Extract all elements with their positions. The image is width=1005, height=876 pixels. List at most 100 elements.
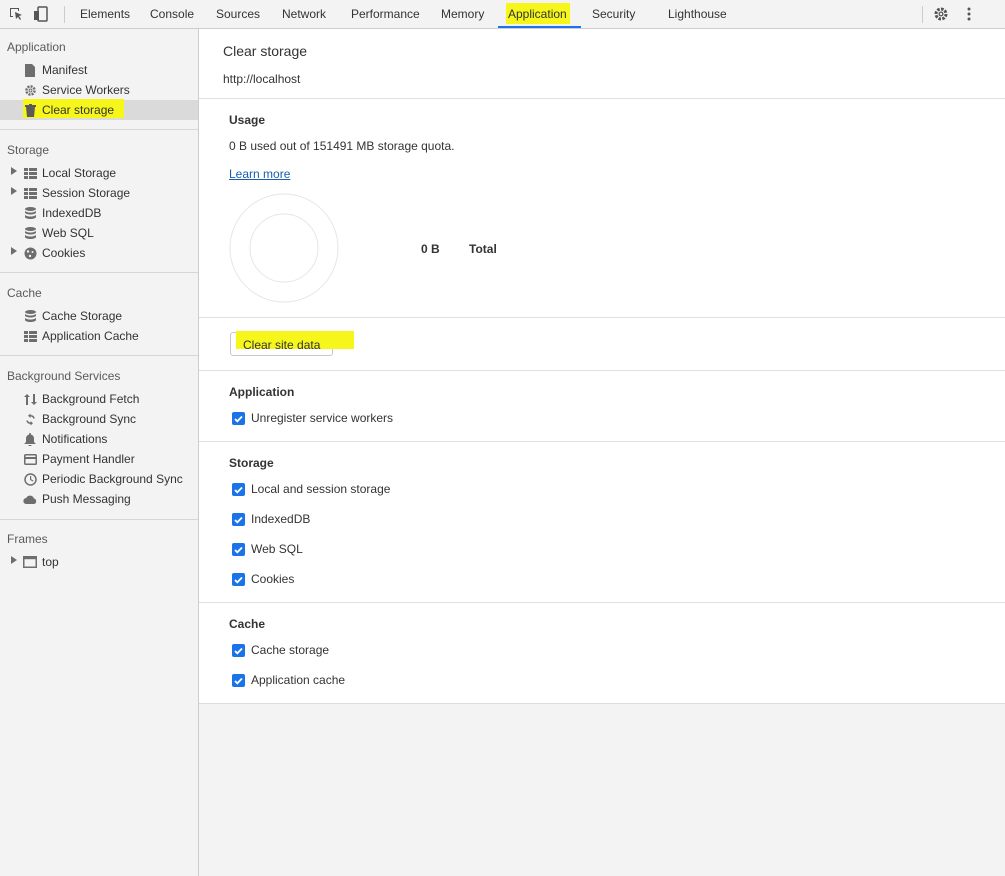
- total-usage-value: 0 B: [421, 242, 440, 256]
- checkbox-label: Web SQL: [251, 542, 303, 556]
- sidebar-section-background-services: Background Services: [7, 369, 121, 383]
- checkbox-label: IndexedDB: [251, 512, 311, 526]
- sidebar-item-indexeddb[interactable]: IndexedDB: [0, 203, 198, 223]
- usage-heading: Usage: [229, 113, 266, 127]
- sidebar-divider: [0, 355, 198, 356]
- trash-icon: [23, 103, 37, 117]
- grid-icon: [23, 166, 37, 180]
- sidebar-item-frame-top[interactable]: top: [0, 552, 198, 572]
- checkbox-label: Application cache: [251, 673, 346, 687]
- sidebar-item-label: Background Fetch: [42, 392, 140, 406]
- sidebar-item-push-messaging[interactable]: Push Messaging: [0, 489, 198, 509]
- sidebar-item-cookies[interactable]: Cookies: [0, 243, 198, 263]
- tab-lighthouse[interactable]: Lighthouse: [668, 0, 727, 28]
- sidebar-section-storage: Storage: [7, 143, 50, 157]
- checkbox-checked-icon[interactable]: [232, 644, 245, 657]
- sidebar-item-label: Periodic Background Sync: [42, 472, 183, 486]
- checkbox-label: Cookies: [251, 572, 295, 586]
- section-divider: [199, 98, 1005, 99]
- toolbar-separator: [922, 6, 923, 23]
- sidebar-item-label: Push Messaging: [42, 492, 131, 506]
- devtools-toolbar: Elements Console Sources Network Perform…: [0, 0, 1005, 29]
- sidebar-item-background-sync[interactable]: Background Sync: [0, 409, 198, 429]
- sidebar-item-label: Application Cache: [42, 329, 139, 343]
- sidebar-item-manifest[interactable]: Manifest: [0, 60, 198, 80]
- toolbar-separator: [64, 6, 65, 23]
- tab-console[interactable]: Console: [150, 0, 194, 28]
- tab-sources[interactable]: Sources: [216, 0, 260, 28]
- expand-triangle-icon[interactable]: [11, 167, 17, 175]
- page-title: Clear storage: [223, 43, 308, 59]
- sidebar-item-clear-storage[interactable]: Clear storage: [0, 99, 198, 120]
- checkbox-label: Unregister service workers: [251, 411, 394, 425]
- sidebar-section-application: Application: [7, 40, 66, 54]
- arrows-updown-icon: [23, 392, 37, 406]
- document-icon: [23, 63, 37, 77]
- tab-elements[interactable]: Elements: [80, 0, 130, 28]
- sidebar-item-cache-storage[interactable]: Cache Storage: [0, 306, 198, 326]
- usage-donut-chart: [229, 193, 339, 303]
- sidebar-item-notifications[interactable]: Notifications: [0, 429, 198, 449]
- section-divider: [199, 370, 1005, 371]
- checkbox-checked-icon[interactable]: [232, 513, 245, 526]
- checkbox-checked-icon[interactable]: [232, 543, 245, 556]
- expand-triangle-icon[interactable]: [11, 247, 17, 255]
- total-usage-label: Total: [469, 242, 497, 256]
- sidebar-divider: [0, 272, 198, 273]
- sidebar-item-local-storage[interactable]: Local Storage: [0, 163, 198, 183]
- expand-triangle-icon[interactable]: [11, 187, 17, 195]
- tab-memory[interactable]: Memory: [441, 0, 484, 28]
- clock-icon: [23, 472, 37, 486]
- device-toolbar-icon[interactable]: [32, 5, 50, 23]
- sync-icon: [23, 412, 37, 426]
- sidebar-item-application-cache[interactable]: Application Cache: [0, 326, 198, 346]
- storage-group-heading: Storage: [229, 456, 274, 470]
- sidebar-item-label: Payment Handler: [42, 452, 135, 466]
- expand-triangle-icon[interactable]: [11, 556, 17, 564]
- sidebar: Application Manifest Service Workers Cle…: [0, 29, 199, 876]
- sidebar-section-cache: Cache: [7, 286, 42, 300]
- sidebar-divider: [0, 129, 198, 130]
- sidebar-item-service-workers[interactable]: Service Workers: [0, 80, 198, 100]
- application-group-heading: Application: [229, 385, 295, 399]
- sidebar-item-payment-handler[interactable]: Payment Handler: [0, 449, 198, 469]
- inspect-element-icon[interactable]: [7, 5, 25, 23]
- sidebar-section-frames: Frames: [7, 532, 48, 546]
- checkbox-checked-icon[interactable]: [232, 573, 245, 586]
- sidebar-item-label: Local Storage: [42, 166, 117, 180]
- tab-application[interactable]: Application: [508, 0, 567, 28]
- database-icon: [23, 206, 37, 220]
- cookie-icon: [23, 246, 37, 260]
- sidebar-item-label: top: [42, 555, 59, 569]
- cache-group-heading: Cache: [229, 617, 266, 631]
- cloud-icon: [23, 492, 37, 506]
- settings-gear-icon[interactable]: [932, 5, 950, 23]
- sidebar-divider: [0, 519, 198, 520]
- tab-performance[interactable]: Performance: [351, 0, 420, 28]
- database-icon: [23, 309, 37, 323]
- checkbox-checked-icon[interactable]: [232, 674, 245, 687]
- tab-security[interactable]: Security: [592, 0, 635, 28]
- sidebar-item-label: Notifications: [42, 432, 108, 446]
- sidebar-item-label: Manifest: [42, 63, 88, 77]
- learn-more-link[interactable]: Learn more: [229, 167, 290, 181]
- frame-icon: [23, 555, 37, 569]
- clear-storage-view: Clear storage http://localhost Usage 0 B…: [199, 29, 1005, 704]
- checkbox-checked-icon[interactable]: [232, 483, 245, 496]
- usage-summary: 0 B used out of 151491 MB storage quota.: [229, 139, 455, 153]
- checkbox-checked-icon[interactable]: [232, 412, 245, 425]
- more-options-icon[interactable]: [960, 5, 978, 23]
- sidebar-item-session-storage[interactable]: Session Storage: [0, 183, 198, 203]
- sidebar-item-label: Web SQL: [42, 226, 94, 240]
- sidebar-item-label: Cookies: [42, 246, 86, 260]
- card-icon: [23, 452, 37, 466]
- sidebar-item-periodic-background-sync[interactable]: Periodic Background Sync: [0, 469, 198, 489]
- checkbox-label: Local and session storage: [251, 482, 391, 496]
- sidebar-item-label: Session Storage: [42, 186, 131, 200]
- sidebar-item-background-fetch[interactable]: Background Fetch: [0, 389, 198, 409]
- sidebar-item-web-sql[interactable]: Web SQL: [0, 223, 198, 243]
- section-divider: [199, 441, 1005, 442]
- checkbox-label: Cache storage: [251, 643, 330, 657]
- tab-network[interactable]: Network: [282, 0, 326, 28]
- sidebar-item-label: Cache Storage: [42, 309, 123, 323]
